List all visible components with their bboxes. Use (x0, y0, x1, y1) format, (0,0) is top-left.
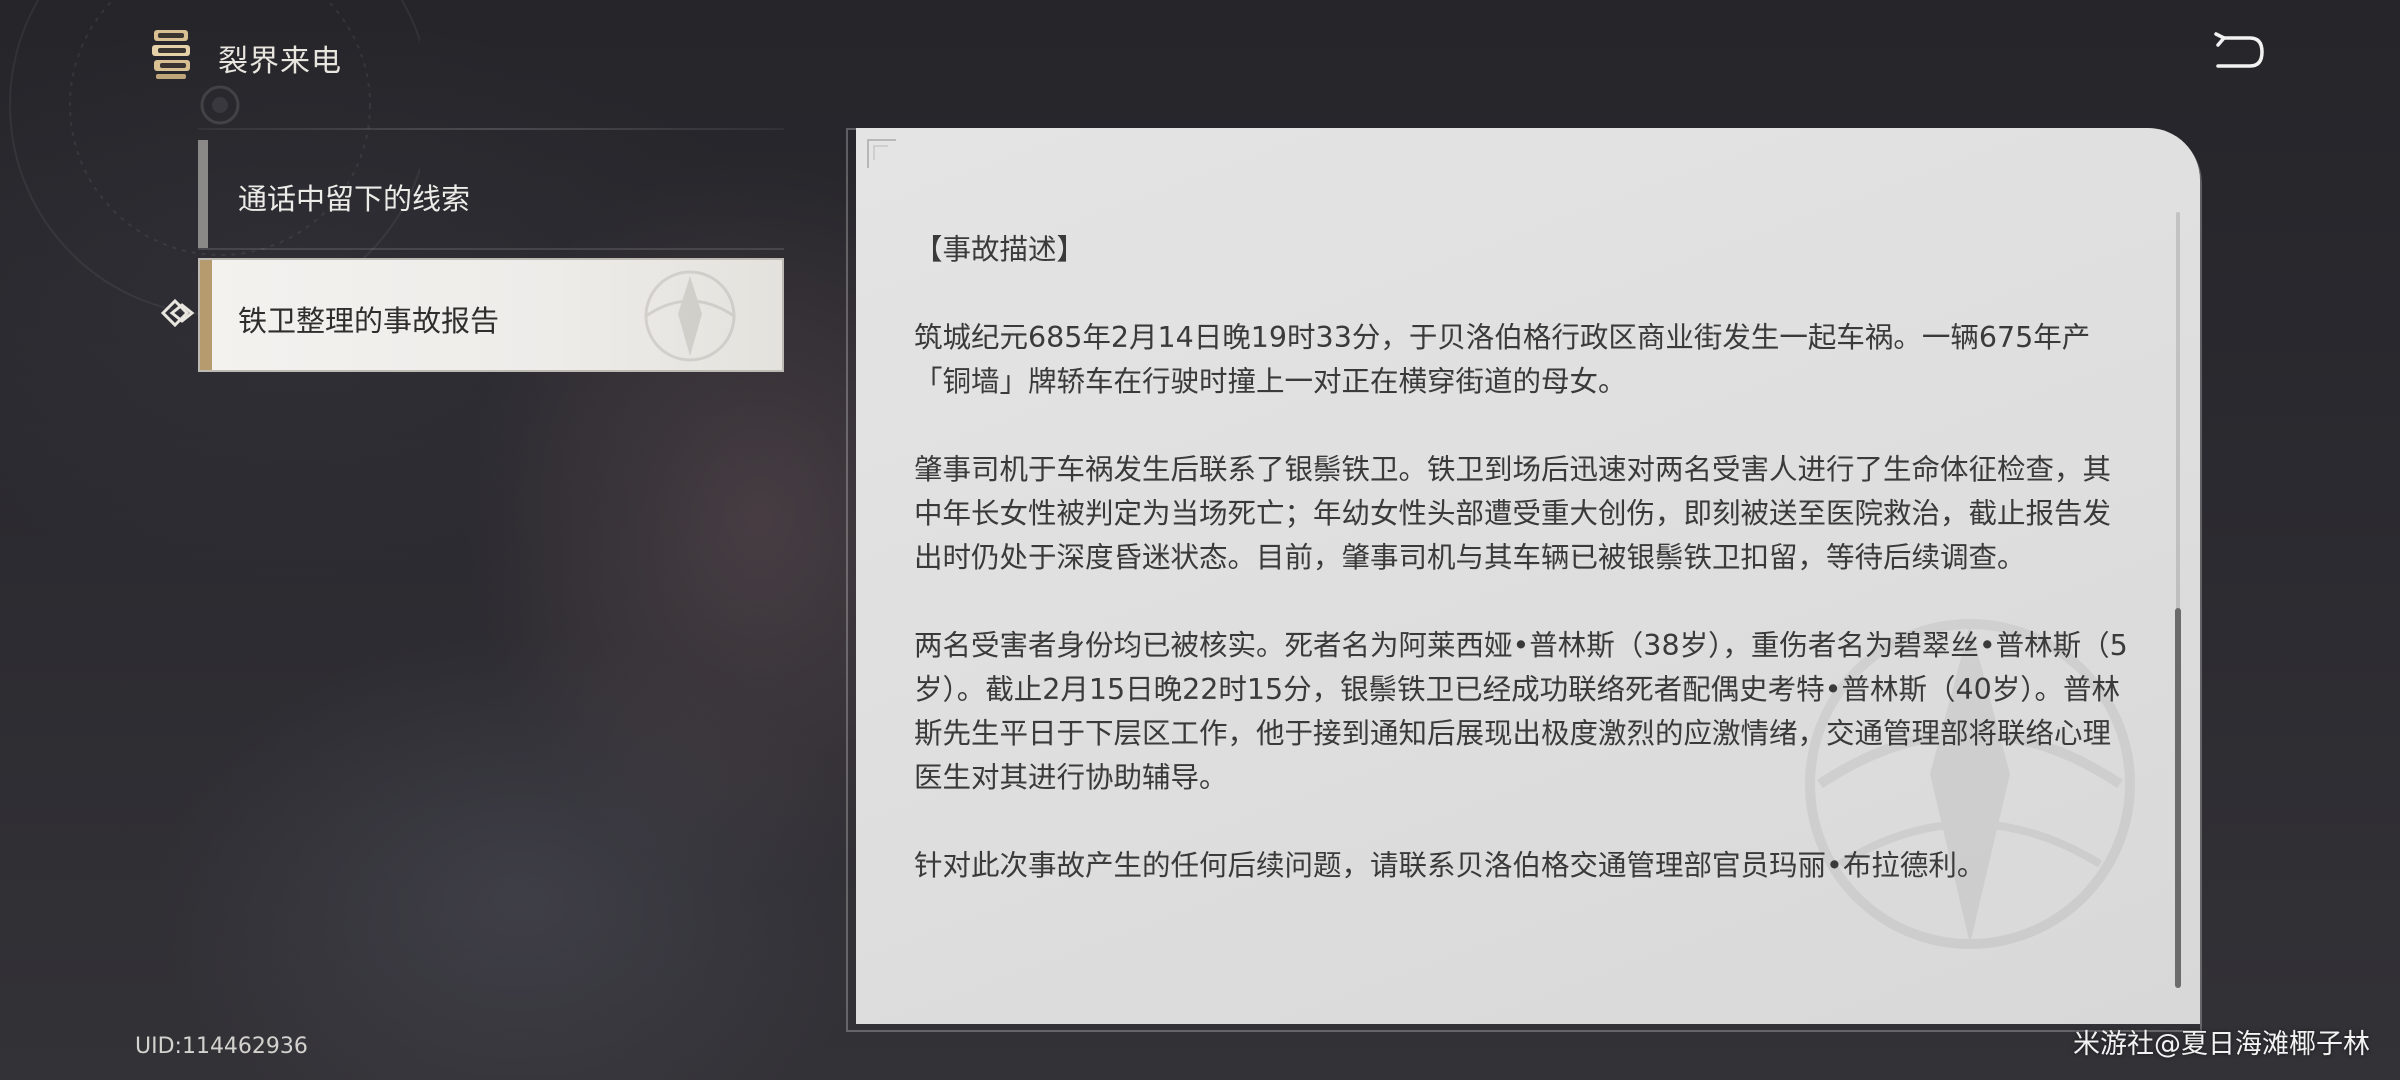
emblem-icon (644, 270, 736, 362)
report-paragraph: 筑城纪元685年2月14日晚19时33分，于贝洛伯格行政区商业街发生一起车祸。一… (914, 321, 2091, 398)
sidebar-item-clues[interactable]: 通话中留下的线索 (198, 140, 784, 248)
report-body: 【事故描述】 筑城纪元685年2月14日晚19时33分，于贝洛伯格行政区商业街发… (914, 228, 2134, 932)
page-title: 裂界来电 (218, 44, 342, 79)
report-heading: 【事故描述】 (914, 233, 1086, 266)
scrollbar-thumb[interactable] (2175, 608, 2181, 988)
uid-label: UID:114462936 (135, 1034, 308, 1059)
diamond-pointer-icon (160, 298, 195, 328)
corner-ornament-icon (867, 139, 896, 168)
sidebar-item-report[interactable]: 铁卫整理的事故报告 (198, 258, 784, 372)
report-paragraph: 两名受害者身份均已被核实。死者名为阿莱西娅•普林斯（38岁），重伤者名为碧翠丝•… (914, 629, 2128, 794)
report-paragraph: 针对此次事故产生的任何后续问题，请联系贝洛伯格交通管理部官员玛丽•布拉德利。 (914, 849, 1986, 882)
watermark-credit: 米游社@夏日海滩椰子林 (2073, 1029, 2370, 1060)
list-divider (198, 128, 784, 130)
sidebar-item-label: 铁卫整理的事故报告 (238, 304, 500, 338)
sidebar-item-label: 通话中留下的线索 (238, 182, 471, 216)
report-panel: 【事故描述】 筑城纪元685年2月14日晚19时33分，于贝洛伯格行政区商业街发… (856, 128, 2200, 1024)
report-paragraph: 肇事司机于车祸发生后联系了银鬃铁卫。铁卫到场后迅速对两名受害人进行了生命体征检查… (914, 453, 2112, 574)
item-accent-bar (198, 140, 208, 248)
book-stack-icon (152, 30, 190, 79)
item-accent-bar (200, 260, 212, 370)
list-divider (198, 248, 784, 250)
return-arrow-icon[interactable] (2210, 30, 2266, 80)
